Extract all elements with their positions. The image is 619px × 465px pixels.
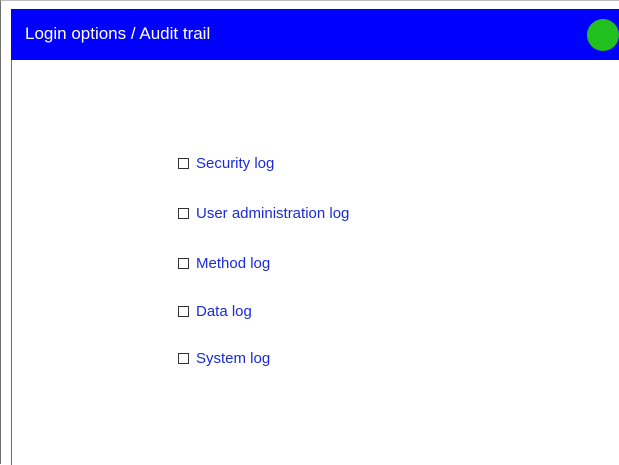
security-log-checkbox[interactable] [178, 157, 189, 169]
status-indicator-icon [587, 19, 619, 51]
method-log-checkbox[interactable] [178, 257, 189, 269]
option-method-log[interactable]: Method log [178, 254, 270, 274]
user-administration-log-checkbox[interactable] [178, 207, 189, 219]
audit-trail-window: Login options / Audit trail Security log… [0, 0, 619, 465]
data-log-label[interactable]: Data log [196, 303, 252, 320]
option-data-log[interactable]: Data log [178, 302, 252, 322]
page-title: Login options / Audit trail [25, 24, 211, 43]
option-user-administration-log[interactable]: User administration log [178, 204, 349, 224]
left-divider [11, 60, 12, 465]
data-log-checkbox[interactable] [178, 305, 189, 317]
title-bar: Login options / Audit trail [11, 9, 619, 60]
system-log-label[interactable]: System log [196, 350, 270, 367]
system-log-checkbox[interactable] [178, 352, 189, 364]
option-security-log[interactable]: Security log [178, 154, 274, 174]
option-system-log[interactable]: System log [178, 349, 270, 369]
security-log-label[interactable]: Security log [196, 155, 274, 172]
method-log-label[interactable]: Method log [196, 255, 270, 272]
user-administration-log-label[interactable]: User administration log [196, 205, 349, 222]
